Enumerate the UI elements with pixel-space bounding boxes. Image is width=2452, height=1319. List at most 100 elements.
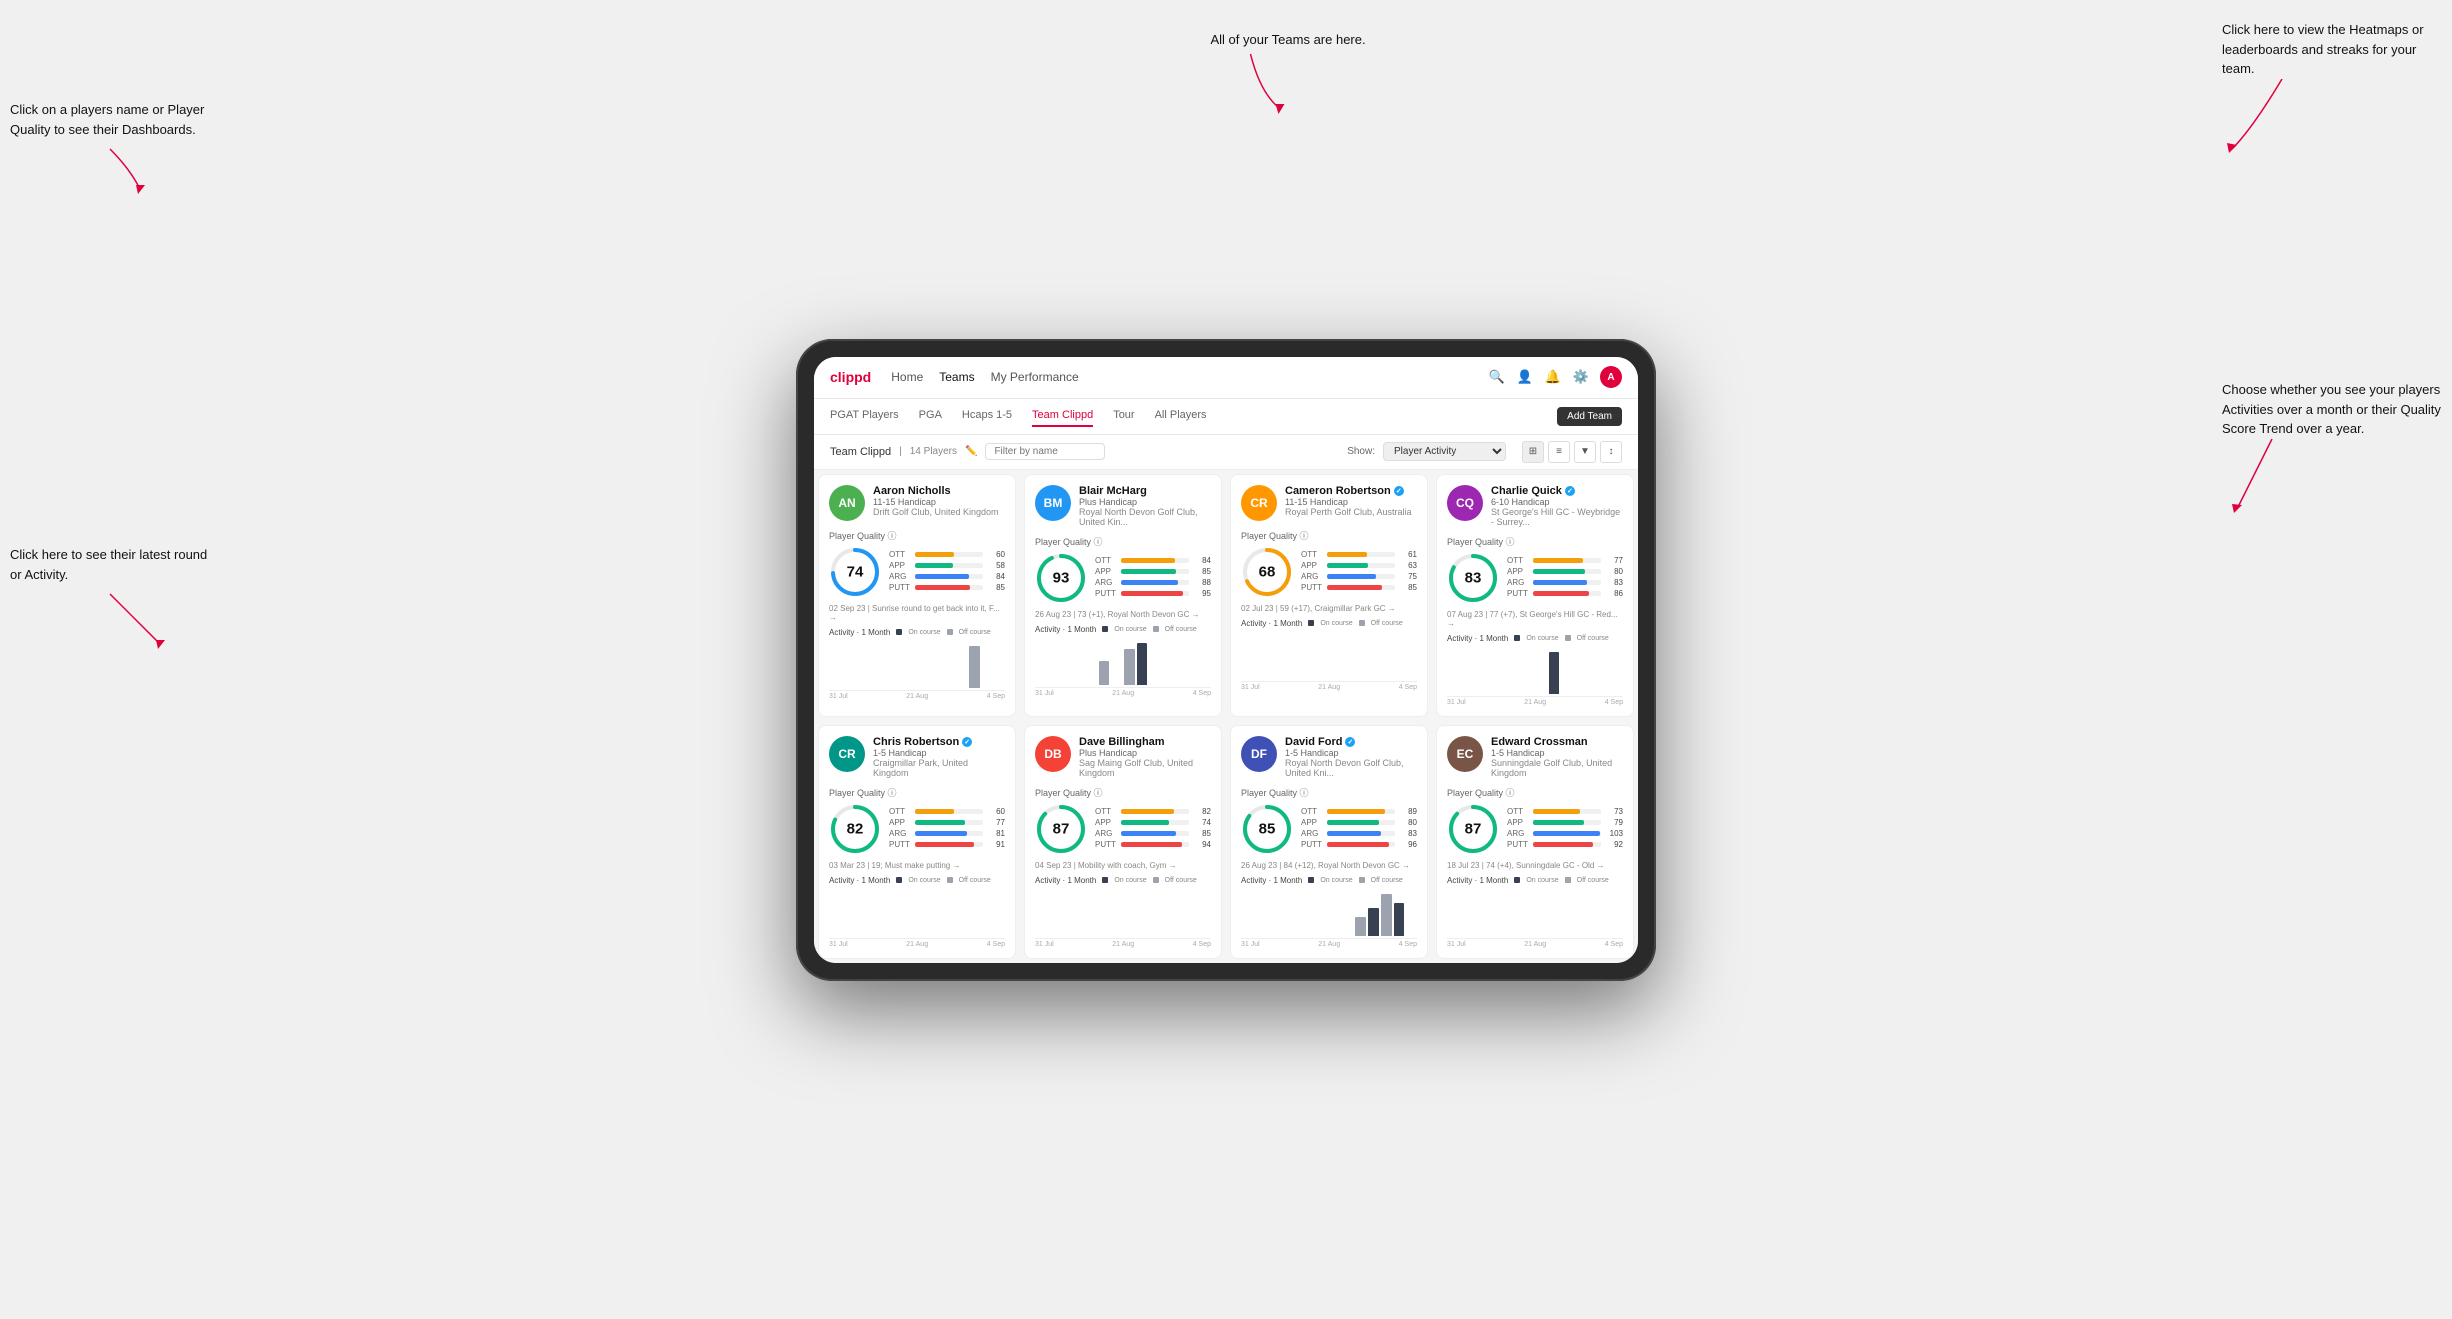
player-card[interactable]: DB Dave Billingham Plus Handicap Sag Mai… [1024, 725, 1222, 959]
stat-row: PUTT 86 [1507, 589, 1623, 598]
edit-icon[interactable]: ✏️ [965, 446, 977, 457]
search-icon[interactable]: 🔍 [1488, 368, 1506, 386]
add-team-button[interactable]: Add Team [1557, 407, 1622, 426]
annotation-left-bottom: Click here to see their latest round or … [10, 545, 210, 584]
avatar: CQ [1447, 485, 1483, 521]
stat-bar-fill [1327, 809, 1385, 814]
stat-bar-bg [915, 574, 983, 579]
player-info: Dave Billingham Plus Handicap Sag Maing … [1079, 736, 1211, 778]
player-card[interactable]: EC Edward Crossman 1-5 Handicap Sunningd… [1436, 725, 1634, 959]
player-card[interactable]: CQ Charlie Quick ✓ 6-10 Handicap St Geor… [1436, 474, 1634, 717]
round-info[interactable]: 26 Aug 23 | 73 (+1), Royal North Devon G… [1035, 610, 1211, 619]
player-card[interactable]: AN Aaron Nicholls 11-15 Handicap Drift G… [818, 474, 1016, 717]
chart-bar [1137, 643, 1148, 685]
player-club: Craigmillar Park, United Kingdom [873, 758, 1005, 778]
settings-icon[interactable]: ⚙️ [1572, 368, 1590, 386]
stat-bar-bg [1533, 569, 1601, 574]
stat-value: 85 [987, 583, 1005, 592]
stat-value: 96 [1399, 840, 1417, 849]
player-card[interactable]: BM Blair McHarg Plus Handicap Royal Nort… [1024, 474, 1222, 717]
stats-grid: OTT 60 APP 58 ARG 84 PUTT 8 [889, 550, 1005, 594]
round-info[interactable]: 26 Aug 23 | 84 (+12), Royal North Devon … [1241, 861, 1417, 870]
score-circle[interactable]: 87 [1035, 803, 1087, 855]
annotation-right-top: Click here to view the Heatmaps or leade… [2222, 20, 2442, 79]
player-handicap: Plus Handicap [1079, 748, 1211, 758]
score-circle[interactable]: 85 [1241, 803, 1293, 855]
round-info[interactable]: 18 Jul 23 | 74 (+4), Sunningdale GC - Ol… [1447, 861, 1623, 870]
player-name[interactable]: Chris Robertson ✓ [873, 736, 1005, 748]
player-name[interactable]: Charlie Quick ✓ [1491, 485, 1623, 497]
stat-bar-bg [1121, 842, 1189, 847]
subnav-tour[interactable]: Tour [1113, 405, 1134, 427]
player-info: Chris Robertson ✓ 1-5 Handicap Craigmill… [873, 736, 1005, 778]
subnav-allplayers[interactable]: All Players [1155, 405, 1207, 427]
subnav-teamclippd[interactable]: Team Clippd [1032, 405, 1093, 427]
chart-bar [969, 646, 980, 688]
oncourse-legend-label: On course [908, 877, 940, 884]
stat-value: 89 [1399, 807, 1417, 816]
activity-legend: On course Off course [1102, 626, 1196, 633]
nav-link-myperformance[interactable]: My Performance [991, 366, 1079, 388]
player-name[interactable]: Aaron Nicholls [873, 485, 1005, 497]
stat-value: 84 [987, 572, 1005, 581]
stat-label: OTT [1507, 807, 1529, 816]
player-name[interactable]: Blair McHarg [1079, 485, 1211, 497]
stat-row: PUTT 95 [1095, 589, 1211, 598]
score-circle[interactable]: 82 [829, 803, 881, 855]
grid-view-button[interactable]: ⊞ [1522, 441, 1544, 463]
subnav-pga[interactable]: PGA [919, 405, 942, 427]
chart-date-end: 4 Sep [987, 941, 1005, 948]
player-name[interactable]: Cameron Robertson ✓ [1285, 485, 1417, 497]
score-circle[interactable]: 93 [1035, 552, 1087, 604]
bell-icon[interactable]: 🔔 [1544, 368, 1562, 386]
avatar[interactable]: A [1600, 366, 1622, 388]
subnav-pgat[interactable]: PGAT Players [830, 405, 899, 427]
stats-grid: OTT 73 APP 79 ARG 103 PUTT [1507, 807, 1623, 851]
annotation-top-center: All of your Teams are here. [1210, 30, 1365, 50]
list-view-button[interactable]: ≡ [1548, 441, 1570, 463]
stat-value: 77 [1605, 556, 1623, 565]
avatar: AN [829, 485, 865, 521]
sort-button[interactable]: ↕ [1600, 441, 1622, 463]
score-circle[interactable]: 74 [829, 546, 881, 598]
score-circle[interactable]: 68 [1241, 546, 1293, 598]
stat-bar-fill [915, 574, 969, 579]
round-info[interactable]: 02 Sep 23 | Sunrise round to get back in… [829, 604, 1005, 622]
activity-legend: On course Off course [896, 877, 990, 884]
player-name[interactable]: David Ford ✓ [1285, 736, 1417, 748]
round-info[interactable]: 04 Sep 23 | Mobility with coach, Gym → [1035, 861, 1211, 870]
nav-link-home[interactable]: Home [891, 366, 923, 388]
oncourse-legend-dot [1102, 877, 1108, 883]
nav-link-teams[interactable]: Teams [939, 366, 974, 388]
round-info[interactable]: 07 Aug 23 | 77 (+7), St George's Hill GC… [1447, 610, 1623, 628]
player-header: DF David Ford ✓ 1-5 Handicap Royal North… [1241, 736, 1417, 778]
oncourse-legend-dot [1308, 620, 1314, 626]
score-number: 93 [1053, 569, 1070, 586]
player-name[interactable]: Edward Crossman [1491, 736, 1623, 748]
stat-label: APP [1095, 818, 1117, 827]
round-info[interactable]: 02 Jul 23 | 59 (+17), Craigmillar Park G… [1241, 604, 1417, 613]
stat-row: OTT 61 [1301, 550, 1417, 559]
quality-section: 93 OTT 84 APP 85 ARG 88 [1035, 552, 1211, 604]
show-select[interactable]: Player Activity Quality Score Trend [1383, 442, 1506, 461]
user-icon[interactable]: 👤 [1516, 368, 1534, 386]
round-info[interactable]: 03 Mar 23 | 19; Must make putting → [829, 861, 1005, 870]
player-name[interactable]: Dave Billingham [1079, 736, 1211, 748]
stat-row: OTT 89 [1301, 807, 1417, 816]
subnav-hcaps[interactable]: Hcaps 1-5 [962, 405, 1012, 427]
chart-bar [1381, 894, 1392, 936]
player-card[interactable]: CR Cameron Robertson ✓ 11-15 Handicap Ro… [1230, 474, 1428, 717]
score-circle[interactable]: 83 [1447, 552, 1499, 604]
stat-label: ARG [889, 829, 911, 838]
avatar: DB [1035, 736, 1071, 772]
player-card[interactable]: CR Chris Robertson ✓ 1-5 Handicap Craigm… [818, 725, 1016, 959]
stat-row: PUTT 94 [1095, 840, 1211, 849]
player-card[interactable]: DF David Ford ✓ 1-5 Handicap Royal North… [1230, 725, 1428, 959]
stat-bar-bg [1121, 809, 1189, 814]
search-input[interactable] [985, 443, 1105, 460]
offcourse-legend-label: Off course [1371, 877, 1403, 884]
offcourse-legend-dot [1359, 877, 1365, 883]
score-circle[interactable]: 87 [1447, 803, 1499, 855]
stat-value: 82 [1193, 807, 1211, 816]
filter-button[interactable]: ▼ [1574, 441, 1596, 463]
